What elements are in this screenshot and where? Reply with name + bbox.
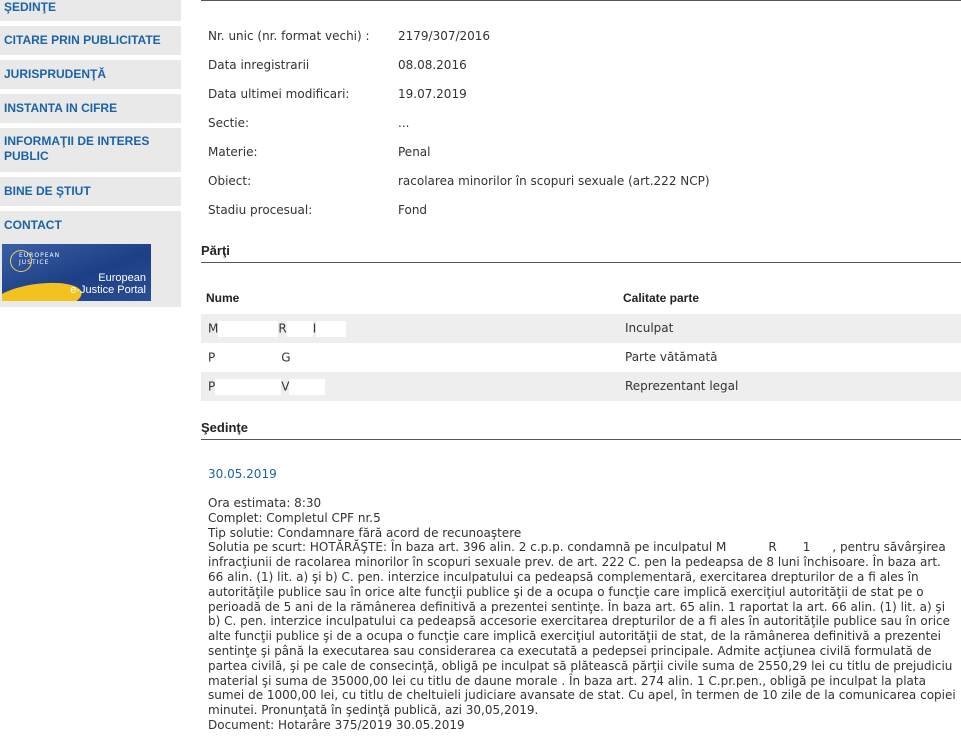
party-role: Parte vătămată (625, 350, 718, 364)
info-value: Penal (398, 145, 431, 159)
redaction-block (726, 541, 769, 554)
info-label: Nr. unic (nr. format vechi) : (208, 29, 370, 43)
nav-item-label: JURISPRUDENŢĂ (4, 67, 107, 81)
ejustice-portal-banner[interactable]: EUROPEAN JUSTICE European e-Justice Port… (2, 244, 151, 301)
nav-item-informatii[interactable]: INFORMAŢII DE INTERES PUBLIC (0, 128, 181, 172)
nav-item-contact[interactable]: CONTACT (0, 211, 181, 240)
redaction-block (218, 321, 279, 337)
info-label: Materie: (208, 145, 258, 159)
nav-item-bine-de-stiut[interactable]: BINE DE ŞTIUT (0, 177, 181, 206)
top-divider (201, 0, 961, 1)
info-label: Obiect: (208, 174, 252, 188)
solutie-text-start: Solutia pe scurt: HOTĂRĂŞTE: În baza art… (208, 540, 727, 555)
redaction-block (215, 379, 282, 395)
banner-title-2: e-Justice Portal (70, 284, 146, 296)
parties-title-text: Părţi (201, 243, 230, 258)
party-name: PV (208, 379, 326, 395)
info-label: Stadiu procesual: (208, 203, 313, 217)
nav-item-sedinte[interactable]: ŞEDINŢE (0, 0, 181, 21)
parties-section-title: Părţi (201, 243, 961, 263)
nav-item-label: INSTANTA IN CIFRE (4, 101, 118, 115)
party-name-part: G (281, 350, 291, 365)
redaction-block (810, 541, 833, 554)
solutie-text-rest: , pentru săvârşirea infracţiunii de raco… (208, 540, 956, 718)
parties-table-header: Nume Calitate parte (201, 284, 961, 312)
party-name-part: M (208, 321, 219, 336)
nav-item-label: INFORMAŢII DE INTERES PUBLIC (4, 134, 150, 163)
nav-item-label: ŞEDINŢE (4, 0, 57, 14)
banner-small-text-2: JUSTICE (19, 259, 50, 266)
sessions-section-title: Şedinţe (201, 420, 961, 440)
party-name-part: P (208, 350, 216, 365)
info-value: Fond (398, 203, 428, 217)
party-name: MRI (208, 321, 347, 337)
nav-item-jurisprudenta[interactable]: JURISPRUDENŢĂ (0, 60, 181, 89)
session-date-link[interactable]: 30.05.2019 (208, 467, 277, 481)
session-ora: Ora estimata: 8:30 (208, 496, 322, 510)
info-label: Data ultimei modificari: (208, 87, 350, 101)
session-solutie: Solutia pe scurt: HOTĂRĂŞTE: În baza art… (208, 540, 958, 718)
info-value: ... (398, 116, 410, 130)
info-value: 19.07.2019 (398, 87, 467, 101)
table-row: PV Reprezentant legal (201, 372, 961, 401)
banner-small-text-1: EUROPEAN (19, 252, 61, 259)
party-role: Inculpat (625, 321, 674, 335)
table-row: PG Parte vătămată (201, 343, 961, 372)
party-name: PG (208, 350, 291, 366)
session-tip-solutie: Tip solutie: Condamnare fără acord de re… (208, 525, 522, 540)
banner-title-1: European (98, 272, 146, 284)
session-details: Ora estimata: 8:30 Complet: Completul CP… (208, 496, 958, 733)
redaction-block (289, 379, 326, 395)
session-document[interactable]: Document: Hotarâre 375/2019 30.05.2019 (208, 718, 958, 733)
solutie-text-name-part: R (768, 540, 777, 555)
ejustice-banner-container: EUROPEAN JUSTICE European e-Justice Port… (0, 239, 181, 307)
redaction-block (286, 321, 313, 337)
nav-item-label: CONTACT (4, 218, 62, 232)
info-value: 2179/307/2016 (398, 29, 491, 43)
info-value: racolarea minorilor în scopuri sexuale (… (398, 174, 710, 188)
sessions-title-text: Şedinţe (201, 420, 248, 435)
party-name-part: R (278, 321, 287, 336)
redaction-block (316, 321, 347, 337)
nav-item-citare[interactable]: CITARE PRIN PUBLICITATE (0, 26, 181, 55)
party-name-part: P (208, 379, 216, 394)
nav-item-label: BINE DE ŞTIUT (4, 184, 91, 198)
table-row: MRI Inculpat (201, 314, 961, 343)
nav-item-instanta-in-cifre[interactable]: INSTANTA IN CIFRE (0, 94, 181, 123)
info-label: Sectie: (208, 116, 250, 130)
column-header-name: Nume (206, 291, 240, 305)
solutie-text-name-part: 1 (802, 540, 811, 555)
redaction-block (776, 541, 803, 554)
party-role: Reprezentant legal (625, 379, 739, 393)
banner-small-text: EUROPEAN JUSTICE (19, 252, 60, 266)
session-complet: Complet: Completul CPF nr.5 (208, 510, 381, 525)
party-name-part: V (281, 379, 290, 394)
column-header-role: Calitate parte (623, 291, 700, 305)
banner-title: European e-Justice Portal (70, 272, 146, 296)
redaction-block (215, 350, 282, 366)
info-label: Data inregistrarii (208, 58, 310, 72)
nav-item-label: CITARE PRIN PUBLICITATE (4, 33, 161, 47)
info-value: 08.08.2016 (398, 58, 467, 72)
